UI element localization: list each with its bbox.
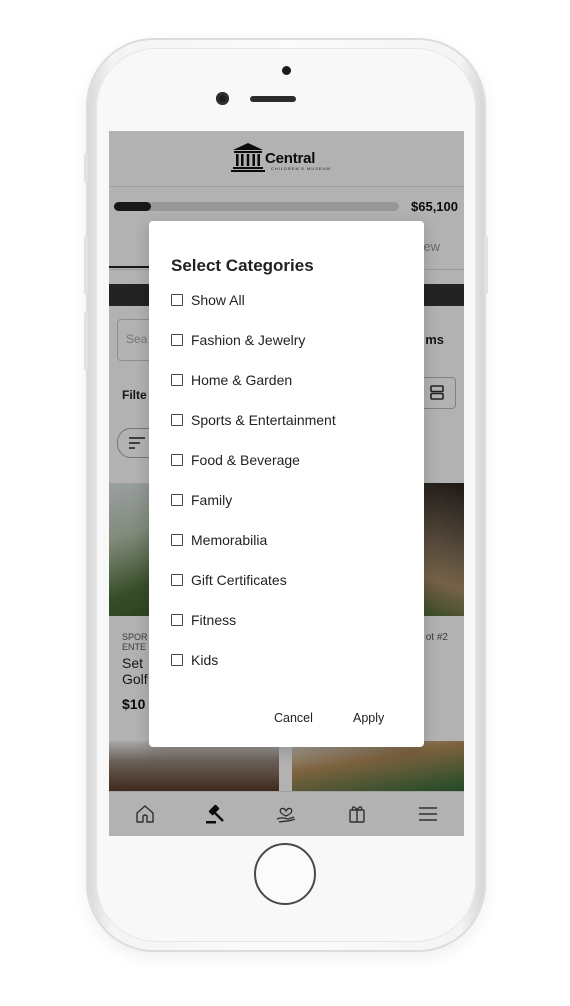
category-option-food-beverage[interactable]: Food & Beverage	[171, 450, 300, 470]
home-button[interactable]	[254, 843, 316, 905]
checkbox[interactable]	[171, 294, 183, 306]
category-option-memorabilia[interactable]: Memorabilia	[171, 530, 267, 550]
category-option-family[interactable]: Family	[171, 490, 232, 510]
checkbox[interactable]	[171, 654, 183, 666]
checkbox[interactable]	[171, 334, 183, 346]
phone-volume-down	[84, 312, 88, 370]
earpiece-speaker	[250, 96, 296, 102]
checkbox[interactable]	[171, 374, 183, 386]
proximity-sensor	[282, 66, 291, 75]
phone-mute-switch	[84, 153, 88, 183]
front-camera	[216, 92, 229, 105]
option-label: Sports & Entertainment	[191, 412, 336, 428]
option-label: Home & Garden	[191, 372, 293, 388]
phone-volume-up	[84, 236, 88, 294]
checkbox[interactable]	[171, 614, 183, 626]
cancel-button[interactable]: Cancel	[274, 711, 313, 725]
checkbox[interactable]	[171, 534, 183, 546]
option-label: Family	[191, 492, 233, 508]
select-categories-dialog: Select Categories Show All Fashion & Jew…	[149, 221, 424, 747]
checkbox[interactable]	[171, 414, 183, 426]
category-option-fitness[interactable]: Fitness	[171, 610, 236, 630]
option-label: Show All	[191, 292, 245, 308]
checkbox[interactable]	[171, 494, 183, 506]
option-label: Memorabilia	[191, 532, 268, 548]
category-option-kids[interactable]: Kids	[171, 650, 218, 670]
category-option-fashion-jewelry[interactable]: Fashion & Jewelry	[171, 330, 305, 350]
dialog-title: Select Categories	[171, 256, 314, 275]
option-label: Food & Beverage	[191, 452, 300, 468]
option-label: Gift Certificates	[191, 572, 287, 588]
checkbox[interactable]	[171, 574, 183, 586]
phone-power-button	[484, 236, 488, 294]
category-option-show-all[interactable]: Show All	[171, 290, 245, 310]
option-label: Fashion & Jewelry	[191, 332, 306, 348]
category-option-sports-entertainment[interactable]: Sports & Entertainment	[171, 410, 336, 430]
category-option-home-garden[interactable]: Home & Garden	[171, 370, 292, 390]
apply-button[interactable]: Apply	[353, 711, 384, 725]
category-option-gift-certificates[interactable]: Gift Certificates	[171, 570, 287, 590]
option-label: Kids	[191, 652, 219, 668]
checkbox[interactable]	[171, 454, 183, 466]
option-label: Fitness	[191, 612, 237, 628]
